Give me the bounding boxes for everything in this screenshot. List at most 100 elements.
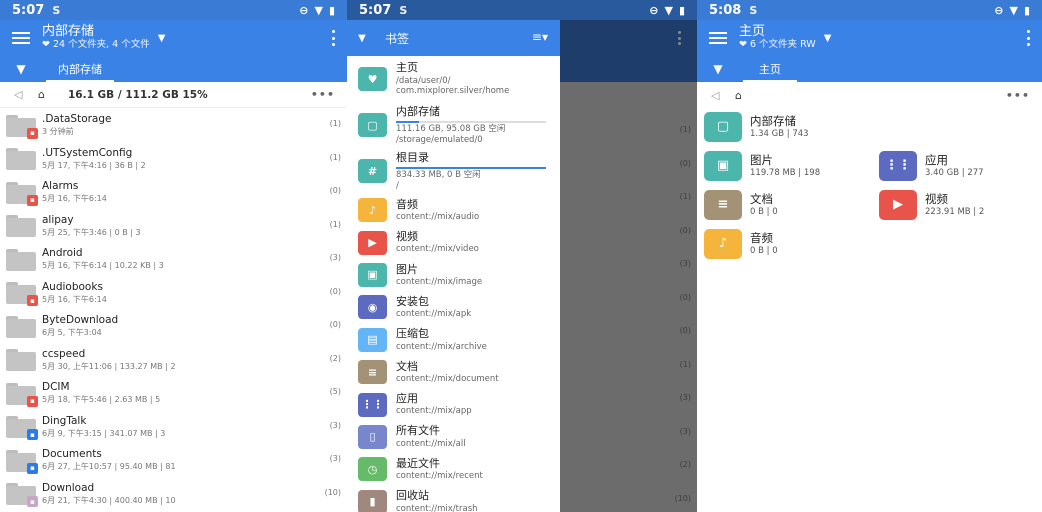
bookmark-name: 音频 (396, 197, 418, 211)
file-name: alipay (42, 213, 74, 226)
document-icon: ≡ (704, 189, 742, 220)
bookmark-name: 安装包 (396, 294, 429, 308)
bookmark-desc: content://mix/archive (396, 341, 487, 352)
item-count: (1) (329, 152, 341, 162)
file-row[interactable]: ▪ Download 6月 21, 下午4:30 | 400.40 MB | 1… (0, 477, 347, 511)
bookmark-item[interactable]: ▯ 所有文件 content://mix/all (347, 421, 560, 453)
menu-button[interactable] (0, 20, 42, 56)
overflow-menu-icon[interactable] (1026, 30, 1030, 46)
dropdown-caret-icon[interactable]: ▼ (824, 33, 832, 44)
path-bar: ◁ ⌂ 16.1 GB / 111.2 GB 15% ••• (0, 82, 347, 108)
bookmark-item[interactable]: ♥ 主页 /data/user/0/com.mixplorer.silver/h… (347, 56, 560, 102)
bookmark-desc: content://mix/app (396, 406, 472, 417)
file-meta: 5月 16, 下午6:14 (42, 294, 107, 304)
bookmark-name: 回收站 (396, 489, 429, 503)
home-tile[interactable]: ▣ 图片 119.78 MB | 198 (704, 147, 820, 184)
tile-name: 文档 (750, 192, 773, 207)
bookmark-path: / (396, 180, 399, 191)
tile-name: 视频 (925, 192, 948, 207)
folder-icon (6, 146, 36, 171)
dropdown-caret-icon[interactable]: ▼ (158, 33, 166, 44)
bookmark-desc: content://mix/audio (396, 212, 480, 223)
home-tile[interactable]: ≡ 文档 0 B | 0 (704, 186, 778, 223)
android-icon: ◉ (358, 295, 387, 320)
bookmark-item[interactable]: ≡ 文档 content://mix/document (347, 356, 560, 388)
overflow-menu-icon (677, 31, 681, 45)
drawer-title: 书签 (385, 31, 410, 46)
chevron-down-icon[interactable]: ▼ (347, 33, 377, 44)
bookmark-desc: content://mix/all (396, 438, 466, 449)
item-count: (3) (329, 253, 341, 262)
more-icon[interactable]: ••• (311, 88, 335, 101)
tab-internal-storage[interactable]: 内部存储 (42, 56, 118, 82)
bookmark-name: 最近文件 (396, 456, 440, 470)
more-icon[interactable]: ••• (1006, 89, 1030, 102)
page-title: 主页 (739, 24, 766, 40)
bookmark-desc: 834.33 MB, 0 B 空闲 (396, 170, 481, 181)
document-icon: ≡ (358, 360, 387, 385)
bookmark-item[interactable]: ◷ 最近文件 content://mix/recent (347, 453, 560, 485)
tile-desc: 1.34 GB | 743 (750, 128, 809, 139)
file-row[interactable]: ▪ DingTalk 6月 9, 下午3:15 | 341.07 MB | 3 … (0, 410, 347, 444)
home-tile[interactable]: ▢ 内部存储 1.34 GB | 743 (704, 108, 809, 145)
file-row[interactable]: .UTSystemConfig 5月 17, 下午4:16 | 36 B | 2… (0, 142, 347, 176)
home-tile[interactable]: ♪ 音频 0 B | 0 (704, 225, 778, 262)
overflow-menu-icon[interactable] (331, 30, 335, 46)
bookmark-name: 主页 (396, 61, 418, 75)
tile-name: 音频 (750, 231, 773, 246)
bookmark-desc: content://mix/image (396, 276, 483, 287)
file-row[interactable]: ▪ Alarms 5月 16, 下午6:14 (0) (0, 175, 347, 209)
bookmark-item[interactable]: # 根目录 834.33 MB, 0 B 空闲 / (347, 148, 560, 194)
bookmark-item[interactable]: ▮ 回收站 content://mix/trash (347, 486, 560, 512)
item-count: (3) (329, 454, 341, 463)
bookmark-path: com.mixplorer.silver/home (396, 86, 510, 97)
bookmark-item[interactable]: ▶ 视频 content://mix/video (347, 226, 560, 258)
folder-icon: ▪ (6, 448, 38, 474)
bookmark-item[interactable]: ♪ 音频 content://mix/audio (347, 194, 560, 226)
file-row[interactable]: ▪ DCIM 5月 18, 下午5:46 | 2.63 MB | 5 (5) (0, 376, 347, 410)
bookmark-item[interactable]: ▣ 图片 content://mix/image (347, 259, 560, 291)
file-row[interactable]: ccspeed 5月 30, 上午11:06 | 133.27 MB | 2 (… (0, 343, 347, 377)
home-tile[interactable]: ⋮⋮ 应用 3.40 GB | 277 (879, 147, 984, 184)
pdf-badge-icon: ▪ (27, 295, 38, 307)
chevron-down-icon[interactable]: ▼ (697, 62, 739, 76)
page-subtitle: ❤ 24 个文件夹, 4 个文件 (42, 39, 150, 50)
home-icon[interactable]: ⌂ (38, 88, 68, 101)
bookmark-item[interactable]: ▤ 压缩包 content://mix/archive (347, 324, 560, 356)
file-row[interactable]: ▪ Audiobooks 5月 16, 下午6:14 (0) (0, 276, 347, 310)
file-row[interactable]: ▪ Documents 6月 27, 上午10:57 | 95.40 MB | … (0, 443, 347, 477)
bookmark-item[interactable]: ◉ 安装包 content://mix/apk (347, 291, 560, 323)
bookmark-item[interactable]: ⋮⋮ 应用 content://mix/app (347, 388, 560, 420)
home-icon[interactable]: ⌂ (735, 89, 765, 102)
bookmark-path: /storage/emulated/0 (396, 134, 483, 145)
image-icon: ▣ (704, 150, 742, 181)
page-subtitle: ❤ 6 个文件夹 RW (739, 39, 816, 50)
item-count: (10) (324, 487, 341, 497)
sort-icon[interactable]: ≡▾ (532, 30, 548, 44)
title-block[interactable]: 主页 ❤ 6 个文件夹 RW (739, 24, 816, 51)
tab-home[interactable]: 主页 (739, 56, 801, 82)
dimmed-item-count: (0) (679, 225, 691, 235)
title-block[interactable]: 内部存储 ❤ 24 个文件夹, 4 个文件 (42, 24, 150, 51)
heart-icon: ♥ (358, 67, 387, 91)
home-tile[interactable]: ▶ 视频 223.91 MB | 2 (879, 186, 984, 223)
back-icon[interactable]: ◁ (711, 89, 735, 102)
file-row[interactable]: alipay 5月 25, 下午3:46 | 0 B | 3 (1) (0, 209, 347, 243)
back-icon[interactable]: ◁ (14, 88, 38, 101)
folder-icon: ▪ (6, 180, 38, 206)
bookmark-desc: content://mix/document (396, 373, 499, 384)
item-count: (1) (329, 119, 341, 128)
menu-button[interactable] (697, 20, 739, 56)
battery-icon: ▮ (1023, 3, 1030, 17)
image-badge-icon: ▪ (27, 395, 38, 407)
hamburger-icon (12, 32, 30, 44)
play-icon: ▶ (358, 230, 387, 255)
status-icons: ⊖ ▼ ▮ (649, 4, 685, 17)
chevron-down-icon[interactable]: ▼ (0, 62, 42, 76)
bookmark-item[interactable]: ▢ 内部存储 111.16 GB, 95.08 GB 空闲/storage/em… (347, 102, 560, 148)
file-row[interactable]: ▪ .DataStorage 3 分钟前 (1) (0, 108, 347, 142)
file-row[interactable]: ByteDownload 6月 5, 下午3:04 (0) (0, 309, 347, 343)
file-row[interactable]: Android 5月 16, 下午6:14 | 10.22 KB | 3 (3) (0, 242, 347, 276)
drawer-header: ▼ 书签 ≡▾ (347, 20, 560, 56)
tag-badge-icon: ▪ (27, 429, 38, 441)
